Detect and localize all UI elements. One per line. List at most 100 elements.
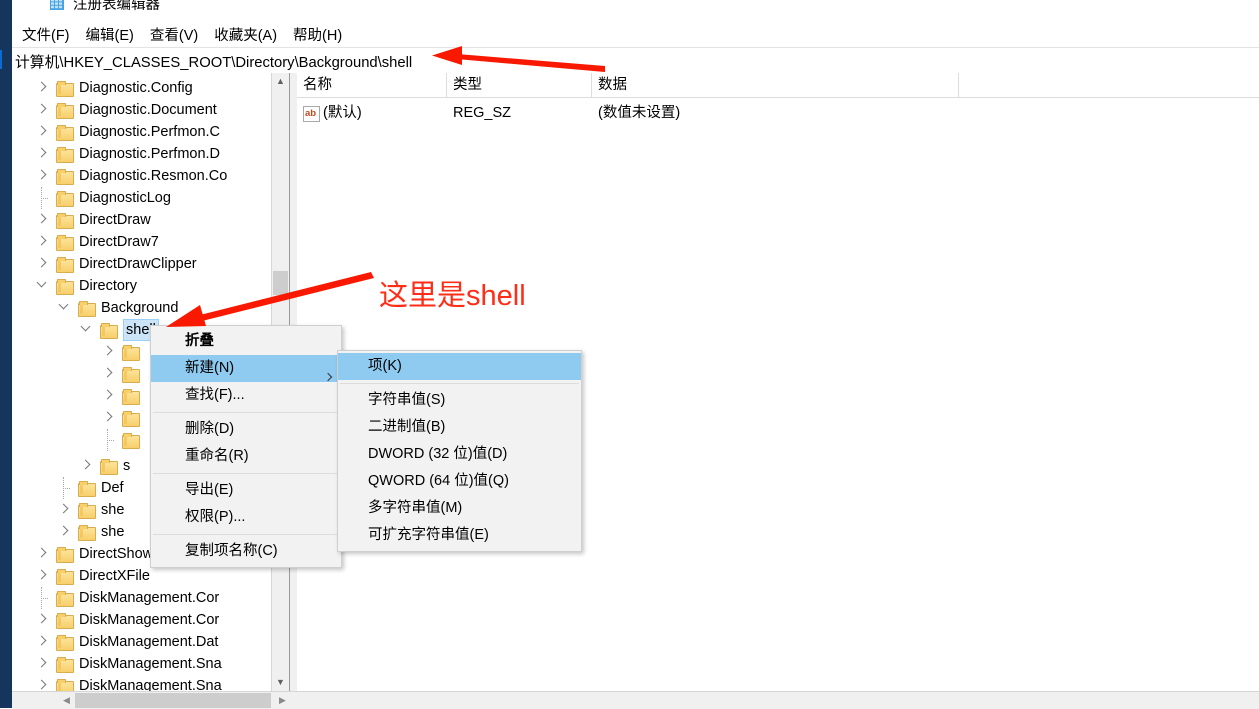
tree-item-diagnostic-resmon-co[interactable]: Diagnostic.Resmon.Co [12, 165, 289, 187]
scroll-down-icon[interactable]: ▼ [272, 674, 289, 691]
tree-item-directdrawclipper[interactable]: DirectDrawClipper [12, 253, 289, 275]
tree-item-diagnostic-perfmon-d[interactable]: Diagnostic.Perfmon.D [12, 143, 289, 165]
chevron-right-icon[interactable] [34, 121, 50, 143]
tree-item-diskmanagement-cor[interactable]: DiskManagement.Cor [12, 609, 289, 631]
tree-item-background[interactable]: Background [12, 297, 289, 319]
folder-icon [56, 635, 74, 651]
folder-icon [56, 591, 74, 607]
context-menu-item-collapse[interactable]: 折叠 [151, 328, 341, 355]
tree-item-diskmanagement-cor[interactable]: DiskManagement.Cor [12, 587, 289, 609]
value-type: REG_SZ [453, 105, 512, 121]
scroll-right-icon[interactable]: ▶ [274, 692, 291, 709]
chevron-right-icon[interactable] [100, 407, 116, 429]
context-menu[interactable]: 折叠 新建(N) 查找(F)... 删除(D) 重命名(R) 导出(E) 权限(… [150, 325, 342, 568]
folder-icon [78, 503, 96, 519]
tree-item-label: Diagnostic.Perfmon.D [79, 146, 221, 162]
submenu-item-key[interactable]: 项(K) [338, 353, 581, 380]
chevron-right-icon[interactable] [34, 631, 50, 653]
chevron-right-icon[interactable] [34, 653, 50, 675]
menu-bar: 文件(F) 编辑(E) 查看(V) 收藏夹(A) 帮助(H) [12, 22, 1259, 46]
folder-icon [56, 191, 74, 207]
tree-item-label: DirectDrawClipper [79, 256, 197, 272]
folder-icon [100, 323, 118, 339]
chevron-right-icon[interactable] [100, 385, 116, 407]
ab-string-icon: ab [303, 106, 320, 122]
folder-icon [78, 301, 96, 317]
tree-item-diskmanagement-sna[interactable]: DiskManagement.Sna [12, 653, 289, 675]
context-menu-separator-2 [153, 473, 339, 474]
chevron-down-icon[interactable] [34, 275, 50, 297]
chevron-right-icon[interactable] [100, 363, 116, 385]
tree-item-diagnostic-document[interactable]: Diagnostic.Document [12, 99, 289, 121]
tree-item-diskmanagement-sna[interactable]: DiskManagement.Sna [12, 675, 289, 691]
column-header-name[interactable]: 名称 [297, 73, 447, 97]
new-submenu[interactable]: 项(K) 字符串值(S) 二进制值(B) DWORD (32 位)值(D) QW… [337, 350, 582, 552]
tree-item-diagnostic-config[interactable]: Diagnostic.Config [12, 77, 289, 99]
context-menu-item-new[interactable]: 新建(N) [151, 355, 341, 382]
context-menu-separator-1 [153, 412, 339, 413]
context-menu-item-copy-key-name[interactable]: 复制项名称(C) [151, 538, 341, 565]
context-menu-item-export[interactable]: 导出(E) [151, 477, 341, 504]
chevron-right-icon[interactable] [34, 231, 50, 253]
chevron-right-icon[interactable] [34, 543, 50, 565]
context-menu-item-permissions[interactable]: 权限(P)... [151, 504, 341, 531]
submenu-item-multi-string-value[interactable]: 多字符串值(M) [338, 495, 581, 522]
submenu-item-string-value[interactable]: 字符串值(S) [338, 387, 581, 414]
value-row[interactable]: ab (默认) REG_SZ (数值未设置) [297, 101, 1259, 125]
tree-item-label: s [123, 458, 131, 474]
vertical-scrollbar-thumb[interactable] [273, 271, 288, 295]
submenu-item-expandable-string-value[interactable]: 可扩充字符串值(E) [338, 522, 581, 549]
chevron-right-icon[interactable] [34, 565, 50, 587]
folder-icon [56, 169, 74, 185]
submenu-item-binary-value[interactable]: 二进制值(B) [338, 414, 581, 441]
chevron-right-icon[interactable] [34, 77, 50, 99]
chevron-right-icon[interactable] [34, 99, 50, 121]
scroll-left-icon[interactable]: ◀ [58, 692, 75, 709]
tree-item-label: Diagnostic.Document [79, 102, 217, 118]
chevron-right-icon[interactable] [34, 253, 50, 275]
chevron-right-icon[interactable] [34, 675, 50, 691]
column-header-type[interactable]: 类型 [447, 73, 592, 97]
menu-item-help[interactable]: 帮助(H) [285, 22, 350, 47]
chevron-right-icon[interactable] [34, 209, 50, 231]
tree-item-label: DiskManagement.Cor [79, 590, 220, 606]
tree-item-diskmanagement-dat[interactable]: DiskManagement.Dat [12, 631, 289, 653]
tree-item-directdraw[interactable]: DirectDraw [12, 209, 289, 231]
chevron-right-icon [325, 355, 331, 382]
tree-item-directdraw7[interactable]: DirectDraw7 [12, 231, 289, 253]
folder-icon [56, 235, 74, 251]
chevron-right-icon[interactable] [56, 499, 72, 521]
context-menu-item-rename[interactable]: 重命名(R) [151, 443, 341, 470]
folder-icon [122, 345, 140, 361]
desktop-edge-strip [0, 0, 12, 708]
chevron-right-icon[interactable] [34, 609, 50, 631]
tree-item-diagnostic-perfmon-c[interactable]: Diagnostic.Perfmon.C [12, 121, 289, 143]
context-menu-item-find[interactable]: 查找(F)... [151, 382, 341, 409]
tree-guide-line [34, 187, 50, 209]
tree-horizontal-scrollbar[interactable]: ◀ ▶ [12, 691, 1259, 709]
context-menu-item-delete[interactable]: 删除(D) [151, 416, 341, 443]
chevron-right-icon[interactable] [34, 165, 50, 187]
address-bar[interactable]: 计算机\HKEY_CLASSES_ROOT\Directory\Backgrou… [12, 47, 1259, 74]
chevron-right-icon[interactable] [56, 521, 72, 543]
chevron-down-icon[interactable] [56, 297, 72, 319]
horizontal-scrollbar-thumb[interactable] [75, 693, 271, 708]
submenu-item-qword-value[interactable]: QWORD (64 位)值(Q) [338, 468, 581, 495]
tree-item-directxfile[interactable]: DirectXFile [12, 565, 289, 587]
folder-icon [122, 389, 140, 405]
chevron-right-icon[interactable] [78, 455, 94, 477]
tree-item-directory[interactable]: Directory [12, 275, 289, 297]
scroll-up-icon[interactable]: ▲ [272, 73, 289, 90]
submenu-item-dword-value[interactable]: DWORD (32 位)值(D) [338, 441, 581, 468]
menu-item-favorites[interactable]: 收藏夹(A) [206, 22, 285, 47]
menu-item-view[interactable]: 查看(V) [142, 22, 206, 47]
chevron-right-icon[interactable] [100, 341, 116, 363]
menu-item-file[interactable]: 文件(F) [14, 22, 78, 47]
menu-item-edit[interactable]: 编辑(E) [78, 22, 142, 47]
chevron-right-icon[interactable] [34, 143, 50, 165]
tree-item-diagnosticlog[interactable]: DiagnosticLog [12, 187, 289, 209]
tree-item-label: DiskManagement.Cor [79, 612, 220, 628]
values-column-header: 名称 类型 数据 [297, 73, 1259, 98]
chevron-down-icon[interactable] [78, 319, 94, 341]
column-header-data[interactable]: 数据 [592, 73, 959, 97]
